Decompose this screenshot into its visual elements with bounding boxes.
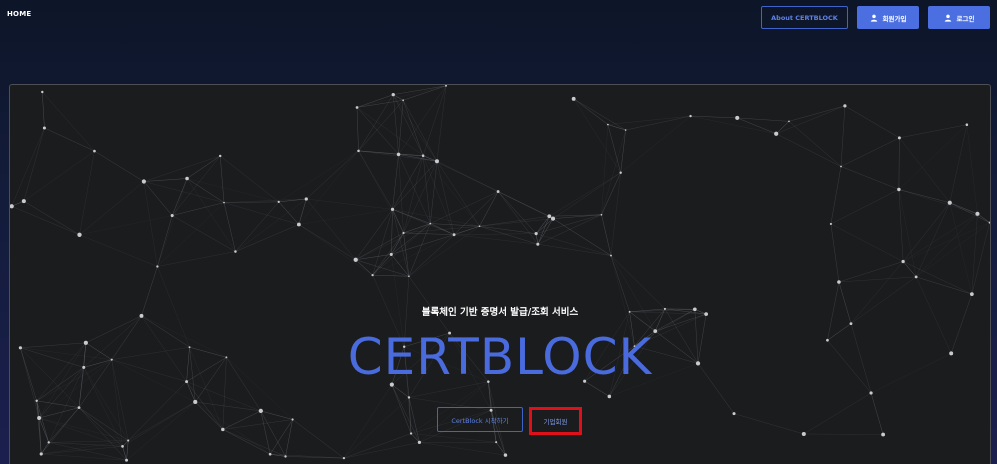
corporate-member-button[interactable]: 기업회원	[529, 407, 582, 435]
user-icon	[870, 14, 877, 22]
login-label: 로그인	[956, 14, 975, 23]
top-navigation-bar: HOME About CERTBLOCK 회원가입 로그인	[0, 0, 997, 84]
about-certblock-button[interactable]: About CERTBLOCK	[761, 6, 848, 29]
hero-subtitle: 블록체인 기반 증명서 발급/조회 서비스	[421, 307, 579, 318]
start-certblock-label: CertBlock 시작하기	[451, 416, 509, 425]
brand-title: CERTBLOCK	[347, 328, 653, 386]
signup-button[interactable]: 회원가입	[857, 6, 919, 29]
signup-label: 회원가입	[882, 14, 907, 23]
corporate-member-label: 기업회원	[543, 418, 568, 426]
network-links	[11, 85, 990, 461]
start-certblock-button[interactable]: CertBlock 시작하기	[437, 407, 523, 432]
about-certblock-label: About CERTBLOCK	[771, 13, 838, 22]
user-icon	[944, 14, 951, 22]
network-nodes	[10, 85, 990, 462]
login-button[interactable]: 로그인	[928, 6, 990, 29]
hero-section: 블록체인 기반 증명서 발급/조회 서비스 CERTBLOCK CertBloc…	[9, 84, 991, 464]
home-link[interactable]: HOME	[7, 10, 31, 18]
